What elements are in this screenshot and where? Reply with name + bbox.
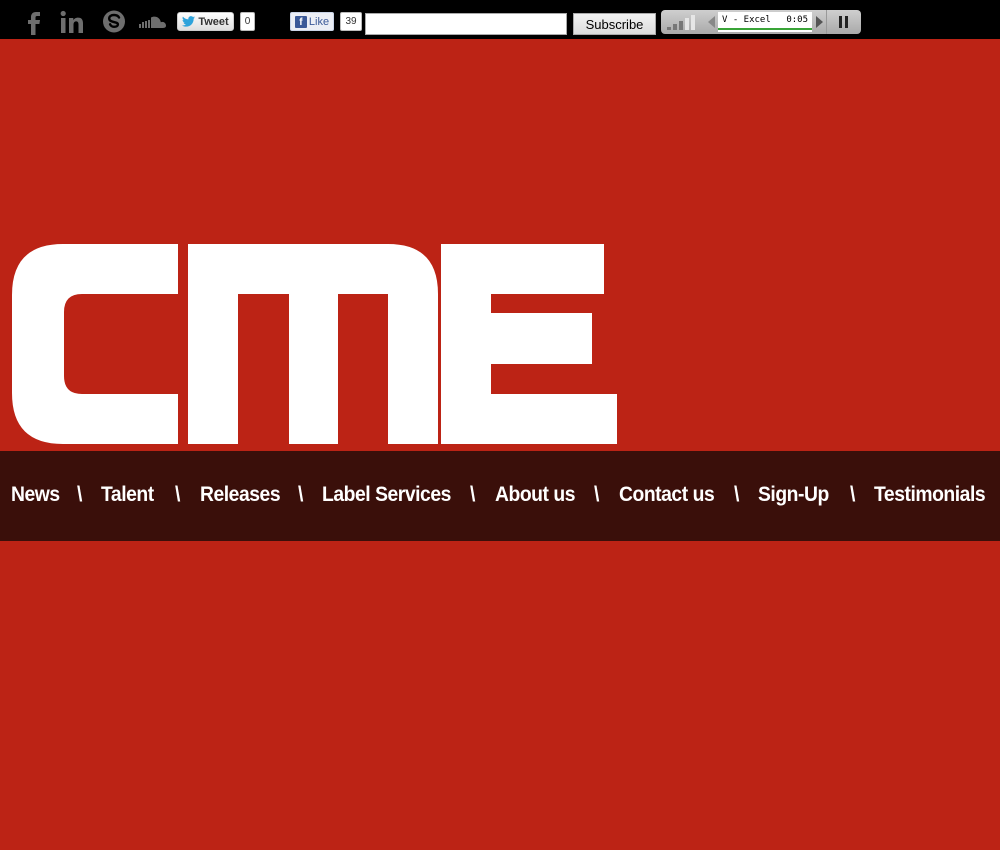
tweet-button[interactable]: Tweet — [177, 12, 234, 31]
nav-separator: \ — [470, 483, 475, 506]
linkedin-icon[interactable] — [56, 6, 88, 38]
nav-separator: \ — [77, 483, 82, 506]
nav-item-testimonials[interactable]: Testimonials — [874, 483, 986, 507]
nav-separator: \ — [734, 483, 739, 506]
player-divider — [826, 10, 827, 34]
next-track-icon[interactable] — [816, 16, 823, 28]
track-display: V - Excel 0:05 — [718, 12, 812, 32]
soundcloud-icon[interactable] — [137, 6, 169, 38]
like-label: Like — [308, 15, 330, 28]
nav-item-releases[interactable]: Releases — [200, 483, 281, 507]
nav-separator: \ — [850, 483, 855, 506]
main-navigation: News \ Talent \ Releases \ Label Service… — [0, 451, 1000, 541]
track-title: V - Excel — [722, 15, 771, 25]
like-count: 39 — [340, 12, 362, 31]
tweet-count: 0 — [240, 12, 255, 31]
nav-separator: \ — [298, 483, 303, 506]
progress-bar[interactable] — [718, 28, 812, 30]
twitter-bird-icon — [182, 16, 196, 27]
track-time: 0:05 — [786, 15, 808, 25]
nav-item-talent[interactable]: Talent — [101, 483, 154, 507]
email-field[interactable] — [365, 13, 567, 35]
music-player: V - Excel 0:05 — [661, 10, 861, 34]
tweet-label: Tweet — [198, 15, 229, 28]
nav-separator: \ — [594, 483, 599, 506]
nav-item-label-services[interactable]: Label Services — [322, 483, 451, 507]
facebook-logo-icon: f — [294, 15, 307, 28]
nav-item-sign-up[interactable]: Sign-Up — [758, 483, 829, 507]
facebook-like-button[interactable]: f Like — [290, 12, 334, 31]
top-bar: Tweet 0 f Like 39 Subscribe V - Excel 0:… — [0, 0, 1000, 39]
nav-item-news[interactable]: News — [11, 483, 60, 507]
nav-separator: \ — [175, 483, 180, 506]
previous-track-icon[interactable] — [708, 16, 715, 28]
volume-icon[interactable] — [667, 15, 701, 30]
nav-item-about-us[interactable]: About us — [495, 483, 575, 507]
cme-logo — [12, 244, 617, 444]
pause-icon[interactable] — [839, 16, 849, 28]
nav-item-contact-us[interactable]: Contact us — [619, 483, 715, 507]
subscribe-button[interactable]: Subscribe — [573, 13, 656, 35]
skype-icon[interactable] — [98, 6, 130, 38]
facebook-icon[interactable] — [18, 6, 50, 38]
